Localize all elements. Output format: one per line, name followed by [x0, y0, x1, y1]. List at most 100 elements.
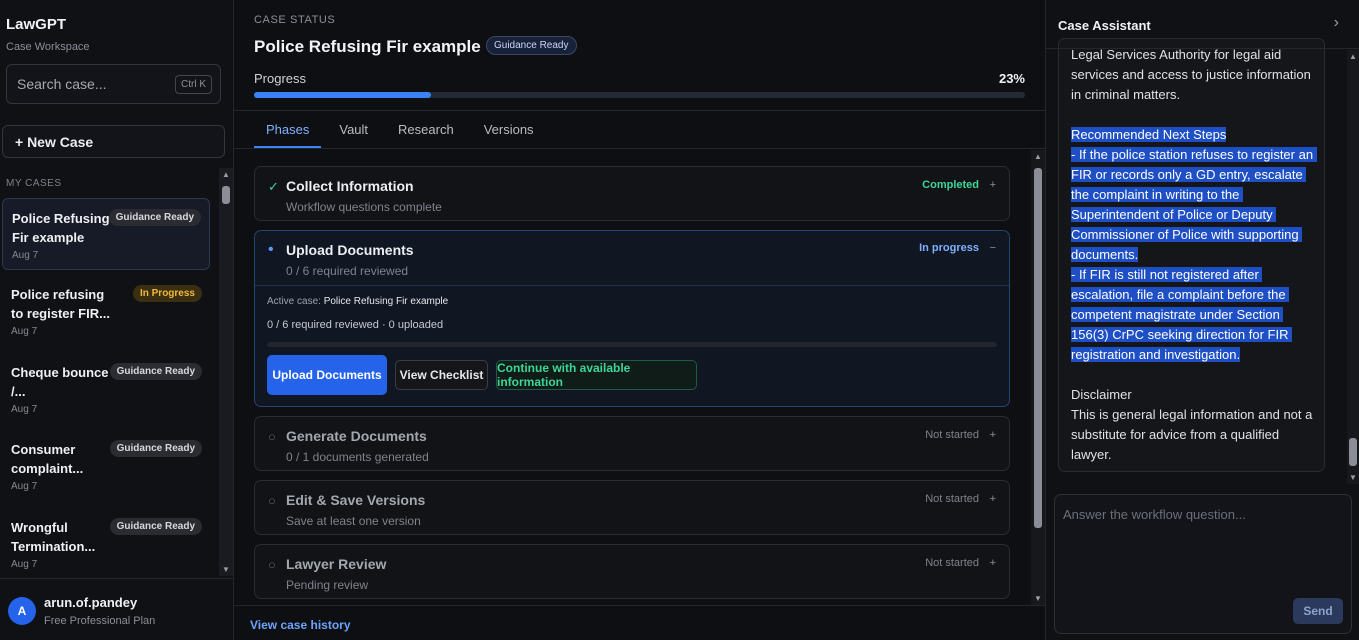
assistant-title: Case Assistant	[1058, 18, 1151, 33]
case-status-label: CASE STATUS	[254, 14, 336, 26]
dot-icon: •	[268, 241, 274, 258]
progress-label: Progress	[254, 71, 307, 86]
scroll-up-icon[interactable]: ▲	[222, 170, 230, 179]
phase-title: Generate Documents	[286, 428, 427, 444]
case-title: Cheque bounce /...	[11, 365, 109, 399]
phase-collect-information[interactable]: ✓ Collect Information Workflow questions…	[254, 166, 1010, 221]
search-shortcut: Ctrl K	[175, 74, 212, 94]
assistant-scrollbar[interactable]: ▲ ▼	[1347, 50, 1359, 484]
phase-subtitle: Workflow questions complete	[286, 200, 442, 214]
status-badge: In Progress	[132, 285, 202, 302]
phase-subtitle: 0 / 6 required reviewed	[286, 264, 409, 278]
message-intro: Legal Services Authority for legal aid s…	[1071, 47, 1315, 102]
active-case-line: Active case: Police Refusing Fir example	[267, 296, 448, 307]
case-item[interactable]: Police refusing to register FIR... Aug 7…	[2, 275, 210, 347]
user-profile[interactable]: A arun.of.pandey Free Professional Plan	[0, 578, 233, 640]
app: LawGPT Case Workspace Search case... Ctr…	[0, 0, 1359, 640]
phase-status: In progress	[919, 242, 979, 254]
divider	[234, 605, 1045, 606]
phase-status: Completed	[922, 179, 979, 191]
check-icon: ✓	[268, 179, 279, 194]
case-status-badge: Guidance Ready	[486, 36, 577, 55]
phase-subtitle: 0 / 1 documents generated	[286, 450, 429, 464]
phase-body: Active case: Police Refusing Fir example…	[255, 285, 1009, 395]
phase-title: Collect Information	[286, 178, 414, 194]
upload-documents-button[interactable]: Upload Documents	[267, 355, 387, 395]
case-item[interactable]: Wrongful Termination... Aug 7 Guidance R…	[2, 508, 210, 574]
expand-icon[interactable]: +	[990, 179, 996, 191]
new-case-button[interactable]: + New Case	[2, 125, 225, 158]
tab-versions[interactable]: Versions	[472, 110, 546, 148]
scroll-up-icon[interactable]: ▲	[1034, 152, 1042, 161]
phase-status: Not started	[925, 429, 979, 441]
phase-title: Edit & Save Versions	[286, 492, 426, 508]
circle-icon: ○	[268, 493, 276, 508]
search-placeholder: Search case...	[17, 76, 107, 92]
view-checklist-button[interactable]: View Checklist	[395, 360, 488, 390]
search-input[interactable]: Search case... Ctrl K	[6, 64, 221, 104]
scroll-down-icon[interactable]: ▼	[1349, 473, 1357, 482]
phase-subtitle: Pending review	[286, 578, 369, 592]
page-title: Police Refusing Fir example	[254, 37, 481, 56]
status-badge: Guidance Ready	[109, 363, 202, 380]
phase-generate-documents[interactable]: ○ Generate Documents 0 / 1 documents gen…	[254, 416, 1010, 471]
circle-icon: ○	[268, 429, 276, 444]
expand-icon[interactable]: +	[990, 429, 996, 441]
assistant-message: Legal Services Authority for legal aid s…	[1058, 38, 1325, 472]
brand-name: LawGPT	[6, 16, 67, 33]
case-date: Aug 7	[12, 250, 39, 261]
chevron-right-icon[interactable]: ›	[1334, 14, 1339, 32]
brand-subtitle: Case Workspace	[6, 41, 90, 53]
case-title: Police refusing to register FIR...	[11, 287, 110, 321]
phase-title: Lawyer Review	[286, 556, 387, 572]
expand-icon[interactable]: +	[990, 557, 996, 569]
divider	[234, 148, 1045, 149]
phase-title: Upload Documents	[286, 242, 414, 258]
message-text: Legal Services Authority for legal aid s…	[1071, 45, 1317, 465]
case-title: Police Refusing Fir example	[12, 211, 110, 245]
case-title: Wrongful Termination...	[11, 520, 96, 554]
tab-research[interactable]: Research	[386, 110, 466, 148]
main-scrollbar[interactable]: ▲ ▼	[1031, 150, 1045, 605]
user-plan: Free Professional Plan	[44, 615, 156, 627]
scrollbar-thumb[interactable]	[1034, 168, 1042, 528]
case-item-active[interactable]: Police Refusing Fir example Aug 7 Guidan…	[2, 198, 210, 270]
scroll-up-icon[interactable]: ▲	[1349, 52, 1357, 61]
active-case-label: Active case:	[267, 296, 321, 307]
upload-counts: 0 / 6 required reviewed · 0 uploaded	[267, 319, 444, 331]
scrollbar-thumb[interactable]	[1349, 438, 1357, 466]
sidebar-scrollbar[interactable]: ▲ ▼	[219, 168, 233, 576]
sidebar: LawGPT Case Workspace Search case... Ctr…	[0, 0, 234, 640]
phase-list: ✓ Collect Information Workflow questions…	[254, 164, 1010, 600]
phase-status: Not started	[925, 493, 979, 505]
case-date: Aug 7	[11, 481, 38, 492]
expand-icon[interactable]: +	[990, 493, 996, 505]
avatar: A	[8, 597, 36, 625]
phase-edit-save-versions[interactable]: ○ Edit & Save Versions Save at least one…	[254, 480, 1010, 535]
answer-box: Send	[1054, 494, 1352, 634]
collapse-icon[interactable]: −	[990, 242, 996, 254]
user-name: arun.of.pandey	[44, 595, 138, 610]
phase-upload-documents[interactable]: • Upload Documents 0 / 6 required review…	[254, 230, 1010, 407]
phase-lawyer-review[interactable]: ○ Lawyer Review Pending review Not start…	[254, 544, 1010, 599]
case-list: Police Refusing Fir example Aug 7 Guidan…	[0, 196, 219, 574]
status-badge: Guidance Ready	[109, 518, 202, 535]
scrollbar-thumb[interactable]	[222, 186, 230, 204]
view-case-history-link[interactable]: View case history	[250, 618, 351, 632]
tab-phases[interactable]: Phases	[254, 110, 322, 148]
scroll-down-icon[interactable]: ▼	[1034, 594, 1042, 603]
send-button[interactable]: Send	[1293, 598, 1343, 624]
case-date: Aug 7	[11, 326, 38, 337]
case-date: Aug 7	[11, 559, 38, 570]
progress-percent: 23%	[998, 71, 1025, 86]
continue-button[interactable]: Continue with available information	[496, 360, 697, 390]
message-disclaimer: Disclaimer This is general legal informa…	[1071, 387, 1313, 462]
case-item[interactable]: Consumer complaint... Aug 7 Guidance Rea…	[2, 430, 210, 502]
tab-vault[interactable]: Vault	[327, 110, 380, 148]
status-badge: Guidance Ready	[108, 209, 201, 226]
progress-fill	[254, 92, 432, 98]
phase-subtitle: Save at least one version	[286, 514, 421, 528]
scroll-down-icon[interactable]: ▼	[222, 565, 230, 574]
case-date: Aug 7	[11, 404, 38, 415]
case-item[interactable]: Cheque bounce /... Aug 7 Guidance Ready	[2, 353, 210, 425]
